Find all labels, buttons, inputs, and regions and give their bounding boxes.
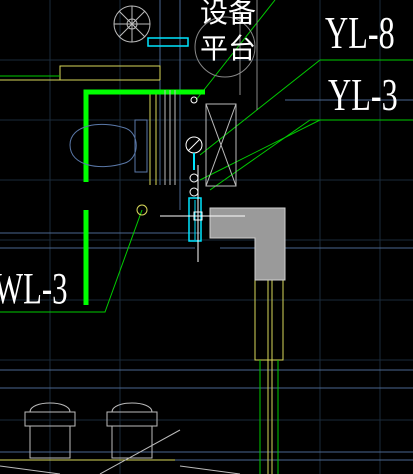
exhaust-fan-icon bbox=[113, 5, 151, 43]
pipe-label-yl3: YL-3 bbox=[328, 69, 398, 120]
pipe-stack bbox=[164, 90, 237, 187]
cad-drawing-canvas[interactable]: YL-8 YL-3 WL-3 设备 平台 bbox=[0, 0, 413, 474]
room-label-equipment: 设备 bbox=[200, 0, 256, 29]
cyan-vent bbox=[147, 37, 189, 47]
partition-wall[interactable] bbox=[83, 89, 205, 182]
structural-column[interactable] bbox=[209, 207, 286, 281]
toilet-fixture-icon bbox=[69, 119, 148, 173]
cad-viewport[interactable]: YL-8 YL-3 WL-3 设备 平台 bbox=[0, 0, 413, 474]
pipe-label-yl8: YL-8 bbox=[325, 7, 395, 58]
room-label-platform: 平台 bbox=[200, 33, 256, 65]
pipe-label-wl3: WL-3 bbox=[0, 265, 68, 314]
